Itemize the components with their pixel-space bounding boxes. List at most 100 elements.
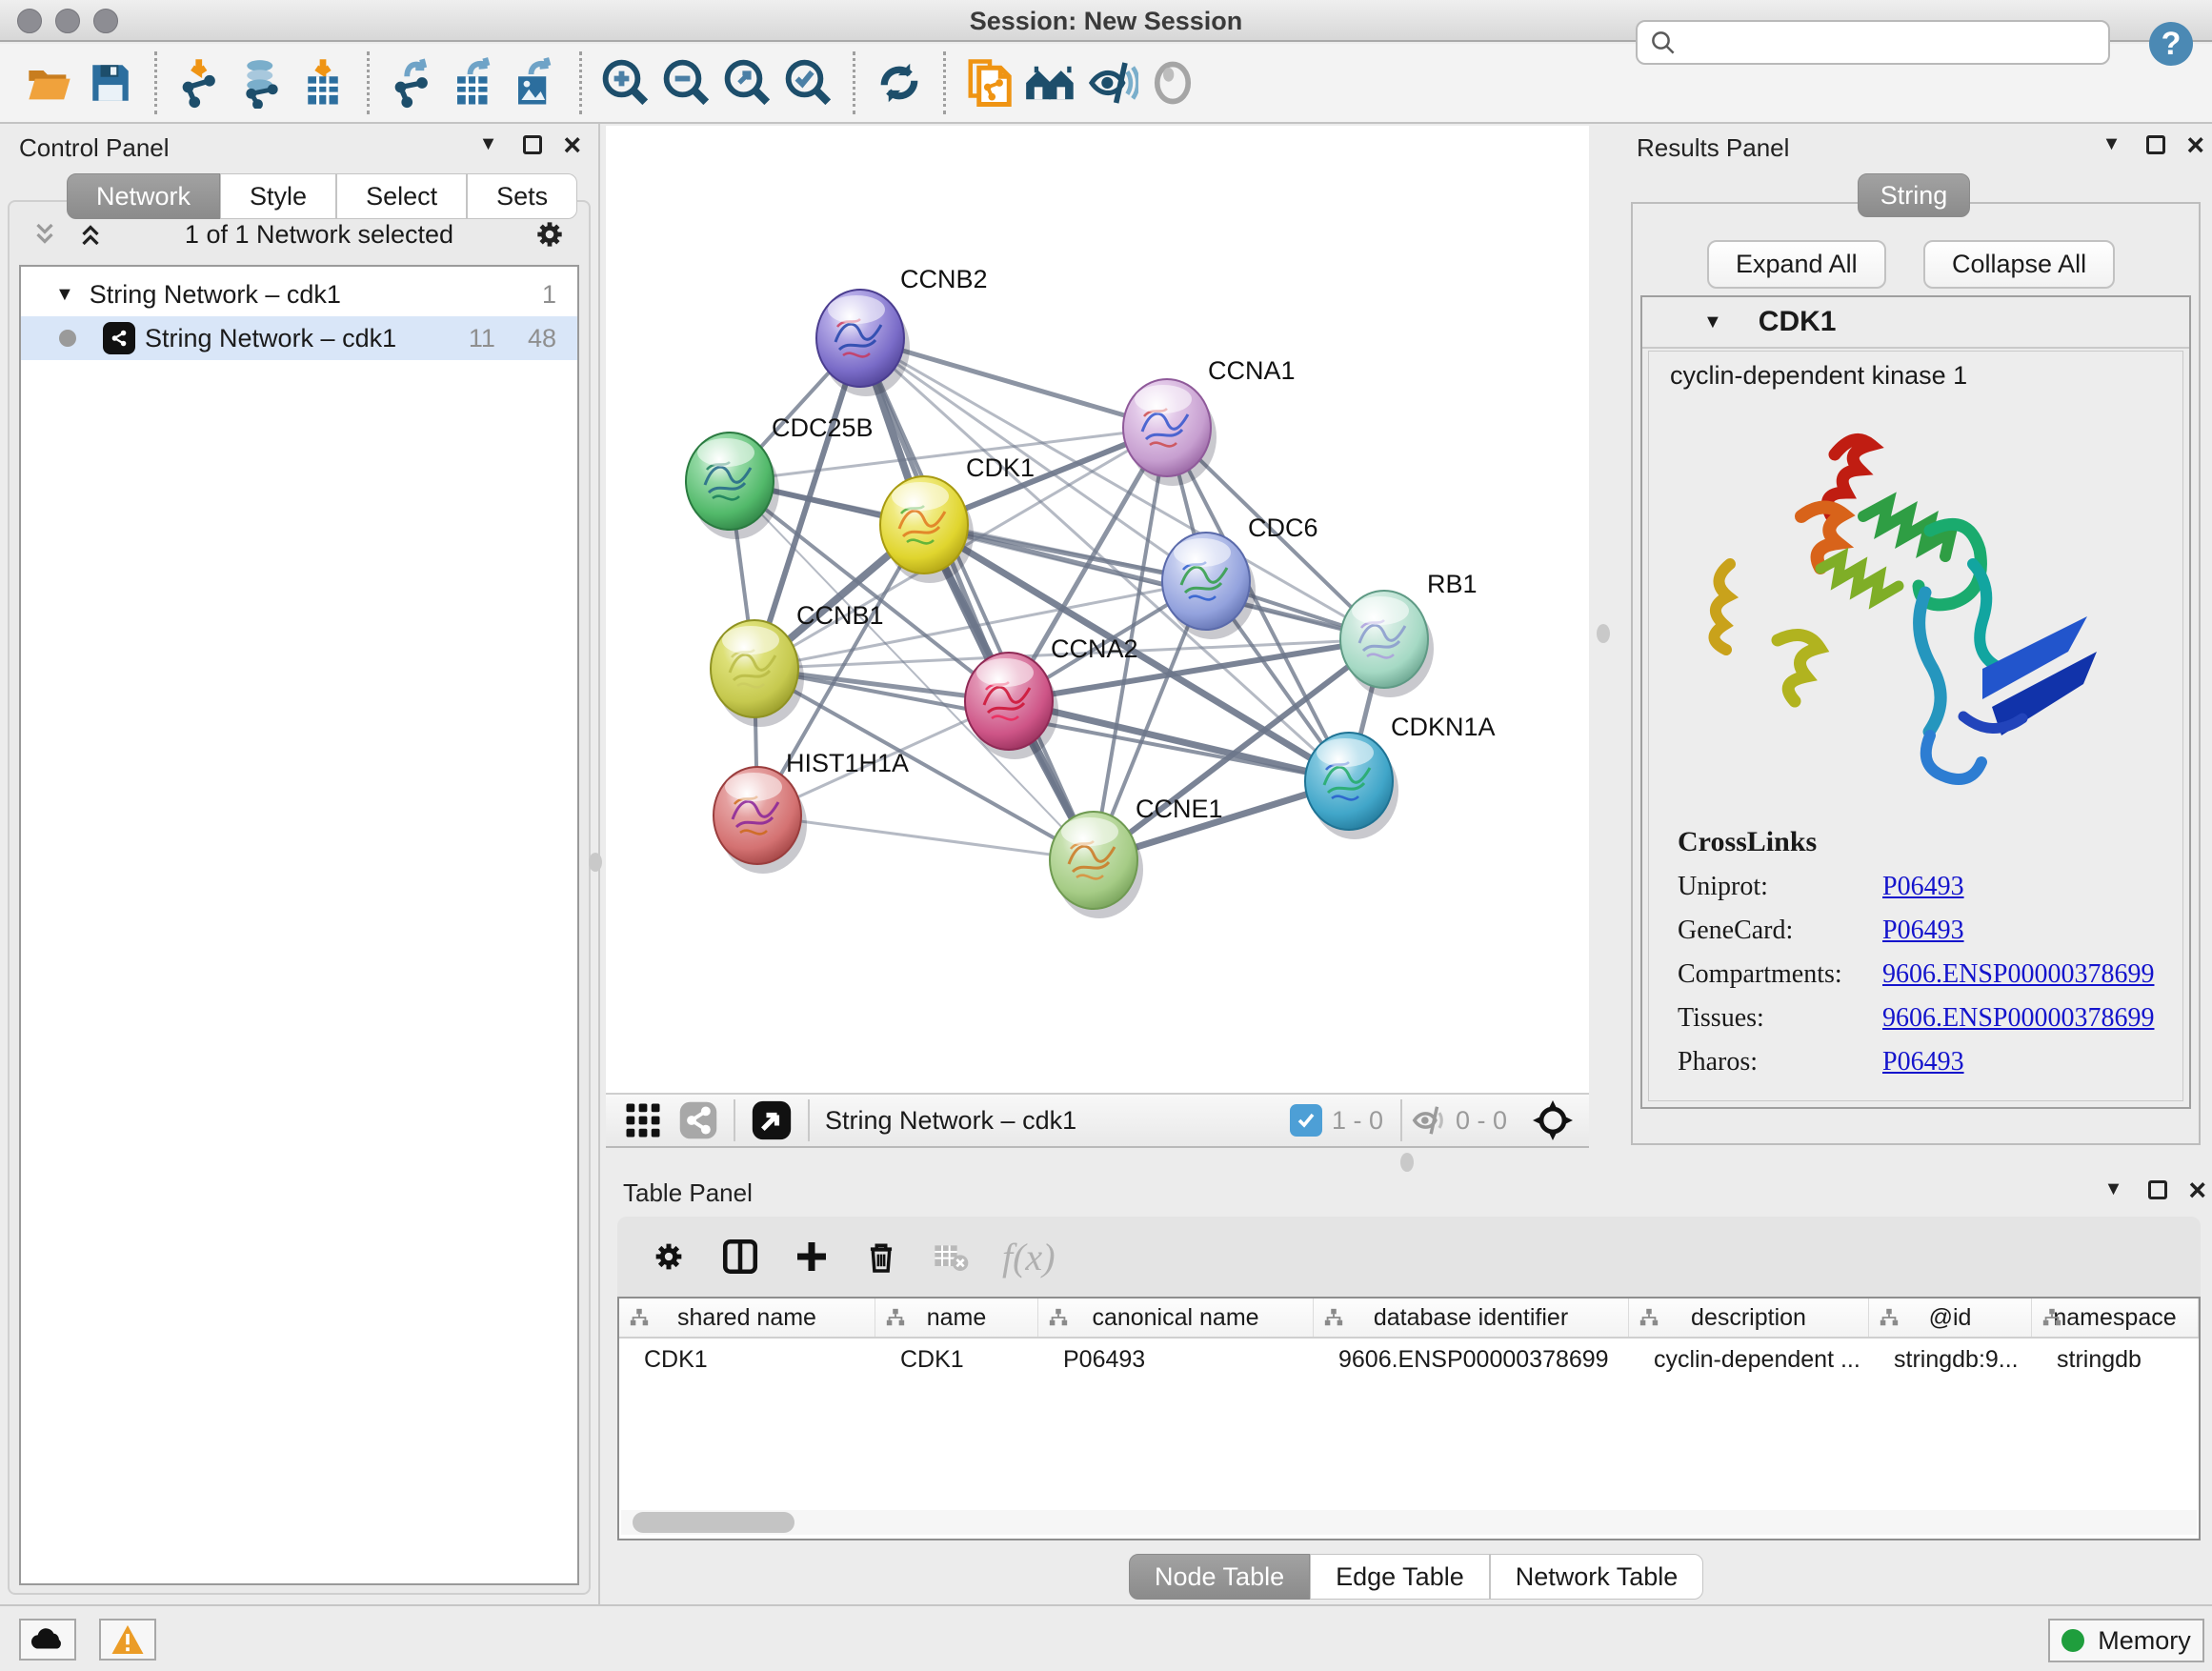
warnings-button[interactable] — [99, 1619, 156, 1661]
export-network-button[interactable] — [383, 49, 444, 117]
edge-CCNB2-CCNE1[interactable] — [860, 338, 1094, 860]
zoom-fit-button[interactable] — [717, 49, 778, 117]
network-row-selected[interactable]: String Network – cdk1 11 48 — [21, 316, 577, 360]
network-name: String Network – cdk1 — [145, 324, 469, 353]
expand-all-button[interactable]: Expand All — [1707, 240, 1886, 289]
results-panel-close-icon[interactable]: × — [2186, 135, 2204, 154]
column-type-icon — [1879, 1307, 1900, 1328]
table-horizontal-scrollbar[interactable] — [621, 1510, 2197, 1535]
share-view-icon[interactable] — [678, 1100, 718, 1140]
node-navigator-crosshair-icon[interactable] — [1530, 1097, 1576, 1143]
tab-network[interactable]: Network — [67, 173, 220, 219]
tab-sets[interactable]: Sets — [467, 173, 577, 219]
table-panel-menu-icon[interactable]: ▼ — [2104, 1178, 2123, 1200]
delete-table-button-disabled — [932, 1238, 970, 1276]
bottom-divider-handle[interactable] — [1400, 1153, 1414, 1172]
column-header-canonical-name[interactable]: canonical name — [1038, 1299, 1314, 1337]
string-publication-button[interactable] — [959, 49, 1020, 117]
network-collection-row[interactable]: ▼ String Network – cdk1 1 — [21, 272, 577, 316]
birdseye-grid-icon[interactable] — [623, 1100, 663, 1140]
import-table-file-button[interactable] — [292, 49, 353, 117]
expand-all-chevron-icon[interactable] — [74, 220, 107, 249]
table-cell[interactable]: 9606.ENSP00000378699 — [1314, 1339, 1629, 1380]
node-CDC6[interactable]: CDC6 — [1162, 513, 1318, 639]
delete-column-button[interactable] — [863, 1238, 899, 1276]
table-cell[interactable]: stringdb:9... — [1869, 1339, 2032, 1380]
string-network-graph[interactable]: CCNB2CCNA1CDC25BCDK1CDC6RB1CCNB1CCNA2CDK… — [606, 126, 1589, 1093]
export-table-button[interactable] — [444, 49, 505, 117]
columns-icon — [720, 1237, 760, 1277]
cloud-status-button[interactable] — [19, 1619, 76, 1661]
results-panel-menu-icon[interactable]: ▼ — [2102, 133, 2122, 155]
create-column-button[interactable] — [793, 1238, 831, 1276]
table-panel-close-icon[interactable]: × — [2188, 1180, 2206, 1199]
save-session-button[interactable] — [80, 49, 141, 117]
hide-graphics-details-button[interactable] — [1081, 49, 1142, 117]
zoom-fit-icon — [722, 57, 774, 109]
collapse-all-button[interactable]: Collapse All — [1923, 240, 2115, 289]
control-panel-menu-icon[interactable]: ▼ — [479, 133, 498, 155]
node-HIST1H1A[interactable]: HIST1H1A — [714, 749, 909, 874]
column-header-namespace[interactable]: namespace — [2032, 1299, 2199, 1337]
search-input[interactable] — [1678, 29, 2087, 56]
node-CCNE1[interactable]: CCNE1 — [1050, 795, 1223, 918]
tab-select[interactable]: Select — [336, 173, 467, 219]
tab-string[interactable]: String — [1858, 173, 1970, 217]
import-network-database-button[interactable] — [231, 49, 292, 117]
zoom-in-button[interactable] — [595, 49, 656, 117]
table-row[interactable]: CDK1CDK1P064939606.ENSP00000378699cyclin… — [619, 1339, 2199, 1380]
help-button[interactable]: ? — [2149, 22, 2193, 66]
home-networks-button[interactable] — [1020, 49, 1081, 117]
crosslink-link[interactable]: P06493 — [1882, 1047, 1964, 1077]
search-field[interactable] — [1636, 20, 2110, 65]
network-options-gear-icon[interactable] — [532, 216, 568, 252]
crosslink-link[interactable]: 9606.ENSP00000378699 — [1882, 959, 2154, 990]
tab-edge-table[interactable]: Edge Table — [1310, 1554, 1490, 1600]
show-graphics-details-button[interactable] — [1142, 49, 1203, 117]
table-panel-float-icon[interactable] — [2148, 1180, 2167, 1199]
table-cell[interactable]: P06493 — [1038, 1339, 1314, 1380]
crosslink-link[interactable]: 9606.ENSP00000378699 — [1882, 1003, 2154, 1034]
edge-CCNA2-CDKN1A[interactable] — [1009, 701, 1349, 781]
edge-HIST1H1A-CCNE1[interactable] — [757, 815, 1094, 860]
table-cell[interactable]: CDK1 — [875, 1339, 1038, 1380]
table-cell[interactable]: cyclin-dependent ... — [1629, 1339, 1869, 1380]
section-collapse-triangle-icon[interactable]: ▼ — [1703, 312, 1722, 333]
column-header-name[interactable]: name — [875, 1299, 1038, 1337]
collapse-all-chevron-icon[interactable] — [29, 220, 61, 249]
scrollbar-thumb[interactable] — [633, 1512, 794, 1533]
column-header--id[interactable]: @id — [1869, 1299, 2032, 1337]
right-divider-handle[interactable] — [1597, 624, 1610, 643]
table-options-button[interactable] — [650, 1238, 688, 1276]
crosslink-link[interactable]: P06493 — [1882, 916, 1964, 946]
export-image-button[interactable] — [505, 49, 566, 117]
selected-nodes-checkbox[interactable] — [1290, 1104, 1322, 1137]
collection-expand-triangle-icon[interactable]: ▼ — [55, 284, 74, 306]
memory-button[interactable]: Memory — [2048, 1619, 2204, 1662]
zoom-out-button[interactable] — [656, 49, 717, 117]
results-panel-float-icon[interactable] — [2146, 135, 2165, 154]
table-cell[interactable]: CDK1 — [619, 1339, 875, 1380]
cytoscape-window: Session: New Session — [0, 0, 2212, 1671]
node-table: shared namenamecanonical namedatabase id… — [617, 1297, 2201, 1540]
show-columns-button[interactable] — [720, 1237, 760, 1277]
zoom-selected-button[interactable] — [778, 49, 839, 117]
column-header-description[interactable]: description — [1629, 1299, 1869, 1337]
column-header-shared-name[interactable]: shared name — [619, 1299, 875, 1337]
import-network-file-button[interactable] — [171, 49, 231, 117]
open-session-button[interactable] — [19, 49, 80, 117]
node-CDKN1A[interactable]: CDKN1A — [1305, 713, 1496, 839]
network-canvas[interactable]: CCNB2CCNA1CDC25BCDK1CDC6RB1CCNB1CCNA2CDK… — [606, 126, 1589, 1093]
tab-node-table[interactable]: Node Table — [1129, 1554, 1310, 1600]
tab-network-table[interactable]: Network Table — [1490, 1554, 1704, 1600]
node-RB1[interactable]: RB1 — [1340, 570, 1478, 697]
control-panel-close-icon[interactable]: × — [563, 135, 581, 154]
tab-style[interactable]: Style — [220, 173, 336, 219]
control-panel-float-icon[interactable] — [523, 135, 542, 154]
table-cell[interactable]: stringdb — [2032, 1339, 2199, 1380]
refresh-button[interactable] — [869, 49, 930, 117]
crosslink-link[interactable]: P06493 — [1882, 872, 1964, 902]
detach-view-icon[interactable] — [751, 1099, 793, 1141]
column-header-database-identifier[interactable]: database identifier — [1314, 1299, 1629, 1337]
left-divider-handle[interactable] — [589, 853, 602, 872]
